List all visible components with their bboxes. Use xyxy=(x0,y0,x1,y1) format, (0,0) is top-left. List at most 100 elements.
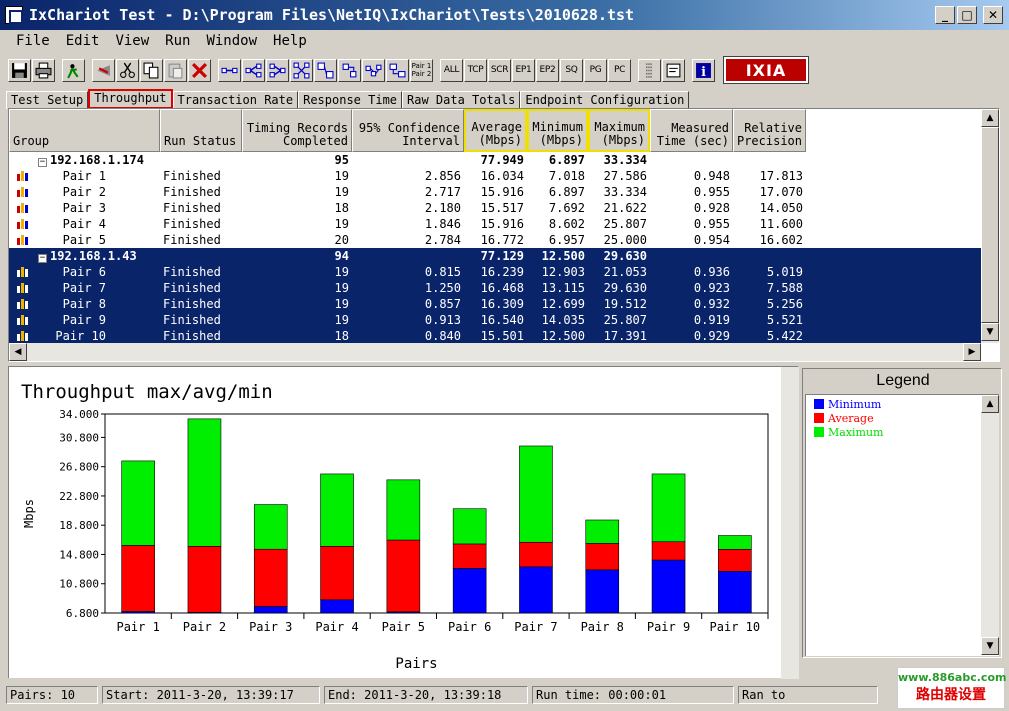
maximize-button[interactable]: □ xyxy=(957,6,977,24)
col-measured-time[interactable]: Measured Time (sec) xyxy=(650,109,733,152)
script-icon[interactable] xyxy=(386,58,409,82)
pair-group-icon[interactable] xyxy=(314,58,337,82)
filter-pg-button[interactable]: PG xyxy=(584,58,607,82)
summary-icon[interactable] xyxy=(662,58,685,82)
pair-row[interactable]: Pair 5 Finished 20 2.784 16.772 6.957 25.000 0.… xyxy=(9,232,981,248)
filter-ep2-button[interactable]: EP2 xyxy=(536,58,559,82)
pair-row[interactable]: Pair 3 Finished 18 2.180 15.517 7.692 21.622 0.… xyxy=(9,200,981,216)
filter-tcp-button[interactable]: TCP xyxy=(464,58,487,82)
ixia-logo: IXIA xyxy=(723,56,809,84)
y-tick-label: 18.800 xyxy=(59,519,99,532)
pair-row[interactable]: Pair 2 Finished 19 2.717 15.916 6.897 33.334 0.… xyxy=(9,184,981,200)
tab-throughput[interactable]: Throughput xyxy=(88,89,173,109)
tab-raw-data-totals[interactable]: Raw Data Totals xyxy=(402,91,521,109)
close-button[interactable]: ✕ xyxy=(983,6,1003,24)
menu-run[interactable]: Run xyxy=(157,33,198,49)
col-relative-precision[interactable]: Relative Precision xyxy=(733,109,806,152)
pair-icon xyxy=(17,187,28,197)
bar-average xyxy=(585,543,620,571)
endpoint-icon[interactable] xyxy=(338,58,361,82)
bar-minimum xyxy=(585,569,620,614)
app-icon[interactable] xyxy=(5,6,23,24)
network-icon[interactable] xyxy=(362,58,385,82)
filter-sq-button[interactable]: SQ xyxy=(560,58,583,82)
grid-horizontal-scrollbar[interactable]: ◀ ▶ xyxy=(9,343,981,361)
menu-edit[interactable]: Edit xyxy=(58,33,108,49)
add-multicast-icon[interactable] xyxy=(242,58,265,82)
status-end-time: End: 2011-3-20, 13:39:18 xyxy=(324,686,528,704)
pair-row[interactable]: Pair 8 Finished 19 0.857 16.309 12.699 19.512 0… xyxy=(9,296,981,312)
col-confidence-interval[interactable]: 95% Confidence Interval xyxy=(352,109,464,152)
save-icon[interactable] xyxy=(8,58,31,82)
col-maximum[interactable]: Maximum (Mbps) xyxy=(588,109,650,152)
stop-icon[interactable] xyxy=(92,58,115,82)
pair-row[interactable]: Pair 1 Finished 19 2.856 16.034 7.018 27.586 0.… xyxy=(9,168,981,184)
pair-row[interactable]: Pair 4 Finished 19 1.846 15.916 8.602 25.807 0.… xyxy=(9,216,981,232)
menu-help[interactable]: Help xyxy=(265,33,315,49)
legend-scroll-up-icon[interactable]: ▲ xyxy=(981,395,999,413)
filter-pc-button[interactable]: PC xyxy=(608,58,631,82)
scroll-down-icon[interactable]: ▼ xyxy=(981,323,999,341)
paste-icon[interactable] xyxy=(164,58,187,82)
scroll-thumb[interactable] xyxy=(981,127,999,323)
col-group[interactable]: Group xyxy=(9,109,160,152)
col-timing-records[interactable]: Timing Records Completed xyxy=(242,109,352,152)
grid-vertical-scrollbar[interactable]: ▲ ▼ xyxy=(981,109,999,343)
chart-scrollbar[interactable] xyxy=(781,367,799,679)
y-tick-label: 22.800 xyxy=(59,490,99,503)
pair-row[interactable]: Pair 10 Finished 18 0.840 15.501 12.500 17.391… xyxy=(9,328,981,344)
legend-scroll-down-icon[interactable]: ▼ xyxy=(981,637,999,655)
menu-view[interactable]: View xyxy=(107,33,157,49)
pair-icon xyxy=(17,283,28,293)
run-icon[interactable] xyxy=(62,58,85,82)
scroll-up-icon[interactable]: ▲ xyxy=(981,109,999,127)
legend-swatch xyxy=(814,413,824,423)
col-minimum[interactable]: Minimum (Mbps) xyxy=(527,109,588,152)
add-pair-icon[interactable] xyxy=(218,58,241,82)
col-average[interactable]: Average (Mbps) xyxy=(464,109,527,152)
menu-file[interactable]: File xyxy=(8,33,58,49)
tab-transaction-rate[interactable]: Transaction Rate xyxy=(172,91,299,109)
filter-scr-button[interactable]: SCR xyxy=(488,58,511,82)
group-row[interactable]: −192.168.1.174 95 77.949 6.897 33.334 xyxy=(9,152,981,168)
y-tick-label: 6.800 xyxy=(66,607,99,620)
pair-icon xyxy=(17,203,28,213)
pair-swap-button[interactable]: Pair 1 Pair 2 xyxy=(410,58,433,82)
status-ran-to: Ran to xyxy=(738,686,878,704)
tab-response-time[interactable]: Response Time xyxy=(298,91,403,109)
pair-row[interactable]: Pair 9 Finished 19 0.913 16.540 14.035 25.807 0… xyxy=(9,312,981,328)
copy-icon[interactable] xyxy=(140,58,163,82)
edit-pair-icon[interactable] xyxy=(290,58,313,82)
cut-icon[interactable] xyxy=(116,58,139,82)
scroll-left-icon[interactable]: ◀ xyxy=(9,343,27,361)
collapse-icon[interactable]: − xyxy=(38,158,47,167)
group-row[interactable]: −192.168.1.43 94 77.129 12.500 29.630 xyxy=(9,248,981,264)
pair-row[interactable]: Pair 6 Finished 19 0.815 16.239 12.903 21.053 0… xyxy=(9,264,981,280)
legend-title: Legend xyxy=(876,372,930,389)
filter-all-button[interactable]: ALL xyxy=(440,58,463,82)
col-run-status[interactable]: Run Status xyxy=(160,109,242,152)
info-icon[interactable]: i xyxy=(692,58,715,82)
bar-maximum xyxy=(585,519,620,544)
bar-average xyxy=(386,539,421,613)
tab-test-setup[interactable]: Test Setup xyxy=(6,91,89,109)
tab-endpoint-configuration[interactable]: Endpoint Configuration xyxy=(520,91,690,109)
filter-ep1-button[interactable]: EP1 xyxy=(512,58,535,82)
status-bar: Pairs: 10 Start: 2011-3-20, 13:39:17 End… xyxy=(0,684,1009,706)
pair-row[interactable]: Pair 7 Finished 19 1.250 16.468 13.115 29.630 0… xyxy=(9,280,981,296)
x-axis-label: Pairs xyxy=(395,656,437,672)
menu-window[interactable]: Window xyxy=(198,33,265,49)
print-icon[interactable] xyxy=(32,58,55,82)
add-hardware-pair-icon[interactable] xyxy=(266,58,289,82)
bar-maximum xyxy=(452,508,487,545)
scroll-right-icon[interactable]: ▶ xyxy=(963,343,981,361)
delete-icon[interactable] xyxy=(188,58,211,82)
details-icon[interactable] xyxy=(638,58,661,82)
legend-scrollbar[interactable]: ▲ ▼ xyxy=(981,395,999,655)
results-grid[interactable]: Group Run Status Timing Records Complete… xyxy=(8,108,1000,362)
collapse-icon[interactable]: − xyxy=(38,254,47,263)
minimize-button[interactable]: _ xyxy=(935,6,955,24)
x-tick-label: Pair 10 xyxy=(710,620,761,634)
title-bar[interactable]: IxChariot Test - D:\Program Files\NetIQ\… xyxy=(0,0,1009,30)
y-tick-label: 26.800 xyxy=(59,461,99,474)
